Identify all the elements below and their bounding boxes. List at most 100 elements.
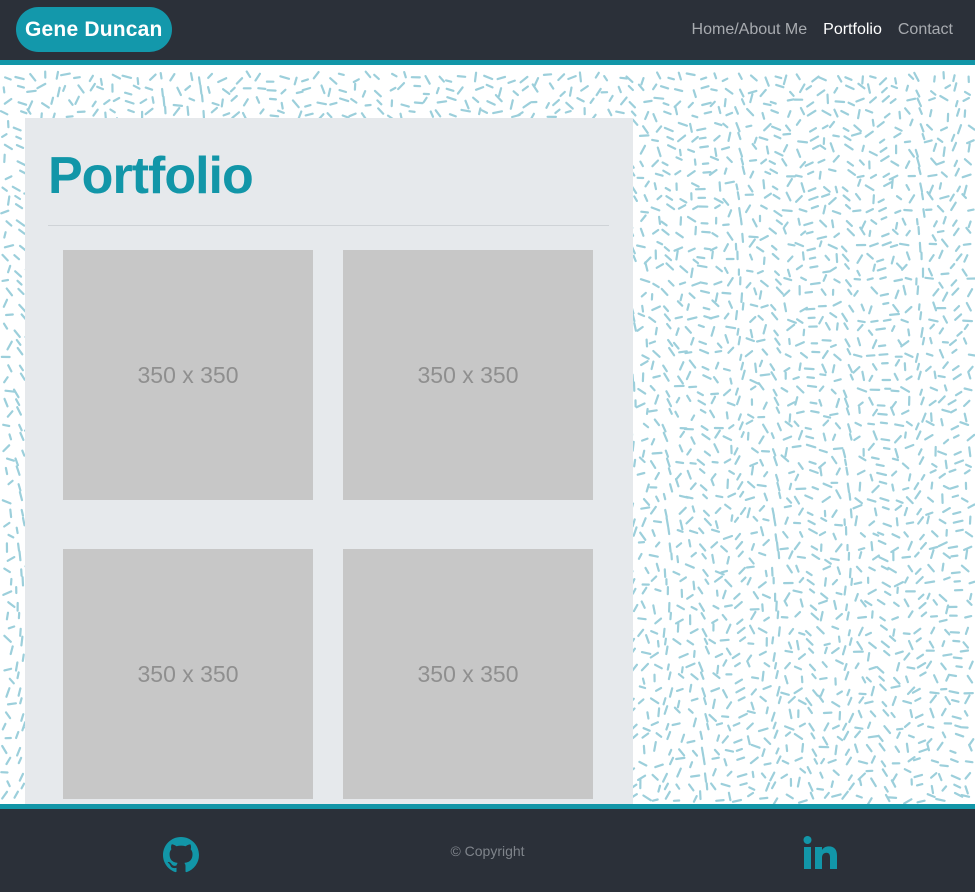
pattern-dash: [823, 577, 828, 587]
pattern-dash: [774, 533, 778, 542]
pattern-dash: [567, 74, 577, 81]
pattern-dash: [424, 74, 431, 85]
pattern-dash: [787, 695, 796, 704]
pattern-dash: [852, 353, 863, 358]
pattern-dash: [761, 603, 764, 613]
pattern-dash: [123, 91, 133, 96]
pattern-dash: [847, 774, 853, 782]
pattern-dash: [756, 270, 764, 275]
pattern-dash: [686, 316, 698, 321]
navbar: Gene Duncan Home/About Me Portfolio Cont…: [0, 0, 975, 65]
pattern-dash: [659, 85, 670, 90]
nav-link-contact[interactable]: Contact: [898, 21, 953, 39]
pattern-dash: [918, 241, 922, 253]
pattern-dash: [835, 253, 839, 264]
pattern-dash: [673, 88, 684, 93]
pattern-dash: [940, 171, 948, 178]
pattern-dash: [736, 618, 744, 625]
pattern-dash: [739, 216, 743, 226]
pattern-dash: [644, 566, 650, 575]
pattern-dash: [676, 699, 681, 709]
pattern-dash: [760, 158, 768, 165]
pattern-dash: [837, 635, 841, 643]
pattern-dash: [734, 106, 740, 115]
pattern-dash: [690, 267, 694, 279]
pattern-dash: [846, 482, 851, 494]
pattern-dash: [962, 319, 974, 323]
pattern-dash: [691, 135, 699, 143]
pattern-dash: [854, 421, 863, 427]
pattern-dash: [953, 305, 961, 312]
pattern-dash: [806, 247, 817, 252]
pattern-dash: [805, 85, 813, 91]
brand-logo[interactable]: Gene Duncan: [16, 7, 172, 52]
pattern-dash: [811, 673, 817, 680]
pattern-dash: [373, 73, 380, 80]
pattern-dash: [760, 204, 768, 210]
nav-link-portfolio[interactable]: Portfolio: [823, 21, 882, 39]
pattern-dash: [15, 730, 20, 740]
pattern-dash: [932, 301, 938, 312]
pattern-dash: [769, 168, 779, 175]
pattern-dash: [841, 312, 849, 323]
pattern-dash: [800, 276, 808, 282]
pattern-dash: [210, 106, 218, 114]
pattern-dash: [688, 292, 696, 299]
pattern-dash: [714, 652, 724, 659]
pattern-dash: [655, 495, 660, 503]
pattern-dash: [762, 102, 772, 107]
pattern-dash: [831, 433, 837, 441]
pattern-dash: [925, 123, 934, 131]
portfolio-thumbnail-2[interactable]: 350 x 350: [343, 250, 593, 500]
pattern-dash: [880, 86, 888, 94]
pattern-dash: [684, 325, 693, 334]
pattern-dash: [316, 101, 327, 106]
pattern-dash: [763, 737, 772, 746]
pattern-dash: [843, 662, 848, 672]
pattern-dash: [903, 431, 907, 439]
nav-link-home[interactable]: Home/About Me: [692, 21, 808, 39]
pattern-dash: [14, 661, 19, 672]
pattern-dash: [694, 225, 698, 236]
pattern-dash: [642, 744, 646, 755]
pattern-dash: [1, 278, 10, 282]
pattern-dash: [685, 516, 694, 525]
pattern-dash: [928, 254, 935, 262]
pattern-dash: [846, 688, 851, 697]
pattern-dash: [759, 279, 769, 288]
pattern-dash: [738, 147, 744, 158]
linkedin-icon[interactable]: [803, 835, 839, 871]
pattern-dash: [714, 520, 719, 530]
pattern-dash: [759, 88, 767, 98]
portfolio-thumbnail-4[interactable]: 350 x 350: [343, 549, 593, 799]
pattern-dash: [794, 241, 805, 248]
pattern-dash: [782, 143, 789, 153]
pattern-dash: [389, 86, 397, 92]
pattern-dash: [836, 690, 844, 696]
pattern-dash: [819, 771, 824, 779]
pattern-dash: [883, 785, 889, 793]
pattern-dash: [894, 209, 902, 214]
pattern-dash: [744, 204, 752, 214]
pattern-dash: [878, 77, 888, 86]
pattern-dash: [948, 468, 957, 473]
pattern-dash: [811, 553, 821, 560]
pattern-dash: [0, 209, 10, 215]
pattern-dash: [950, 425, 960, 431]
portfolio-thumbnail-3[interactable]: 350 x 350: [63, 549, 313, 799]
pattern-dash: [786, 318, 797, 324]
pattern-dash: [772, 388, 778, 397]
pattern-dash: [868, 566, 876, 572]
pattern-dash: [967, 365, 974, 373]
pattern-dash: [798, 722, 807, 728]
pattern-dash: [722, 197, 730, 206]
pattern-dash: [636, 471, 646, 476]
pattern-dash: [692, 205, 699, 211]
pattern-dash: [944, 628, 951, 636]
pattern-dash: [474, 86, 485, 91]
pattern-dash: [757, 382, 765, 391]
pattern-dash: [950, 279, 958, 287]
pattern-dash: [741, 369, 746, 381]
portfolio-thumbnail-1[interactable]: 350 x 350: [63, 250, 313, 500]
pattern-dash: [688, 529, 699, 535]
